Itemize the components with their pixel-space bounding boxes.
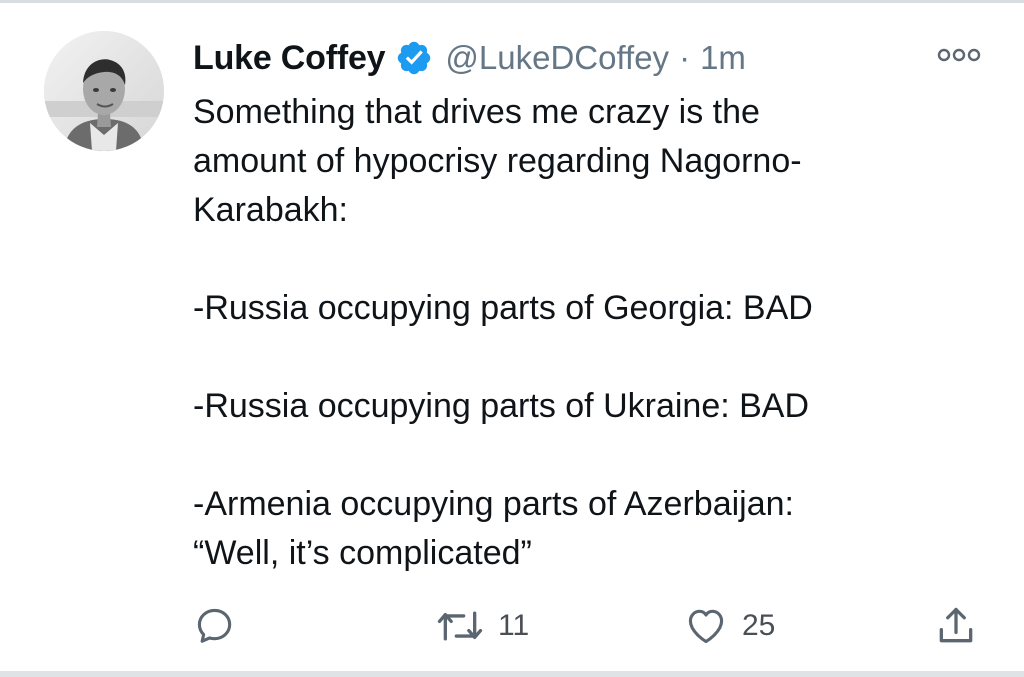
tweet-screenshot: Luke Coffey @LukeDCoffey · 1m Something … (0, 0, 1024, 677)
share-button[interactable] (934, 600, 978, 652)
more-options-button[interactable] (936, 45, 982, 65)
share-icon (939, 607, 973, 643)
like-count: 25 (742, 609, 776, 642)
display-name[interactable]: Luke Coffey (193, 39, 386, 78)
heart-icon (688, 609, 724, 644)
retweet-button[interactable]: 11 (436, 600, 529, 652)
avatar-photo-icon (44, 31, 164, 151)
verified-badge-icon (395, 39, 433, 77)
like-button[interactable]: 25 (684, 600, 775, 652)
tweet-timestamp[interactable]: 1m (700, 39, 746, 77)
tweet-actions-bar: 11 25 (0, 600, 1024, 652)
reply-icon (197, 608, 232, 643)
bottom-divider (0, 671, 1024, 677)
top-divider (0, 0, 1024, 3)
retweet-icon (437, 611, 483, 641)
reply-button[interactable] (193, 600, 237, 652)
header-separator: · (679, 39, 691, 76)
tweet-header: Luke Coffey @LukeDCoffey · 1m (193, 34, 746, 82)
user-handle[interactable]: @LukeDCoffey (445, 39, 669, 77)
tweet-text: Something that drives me crazy is the am… (193, 93, 813, 572)
avatar[interactable] (44, 31, 164, 151)
more-options-icon (937, 48, 981, 62)
retweet-count: 11 (498, 609, 530, 642)
